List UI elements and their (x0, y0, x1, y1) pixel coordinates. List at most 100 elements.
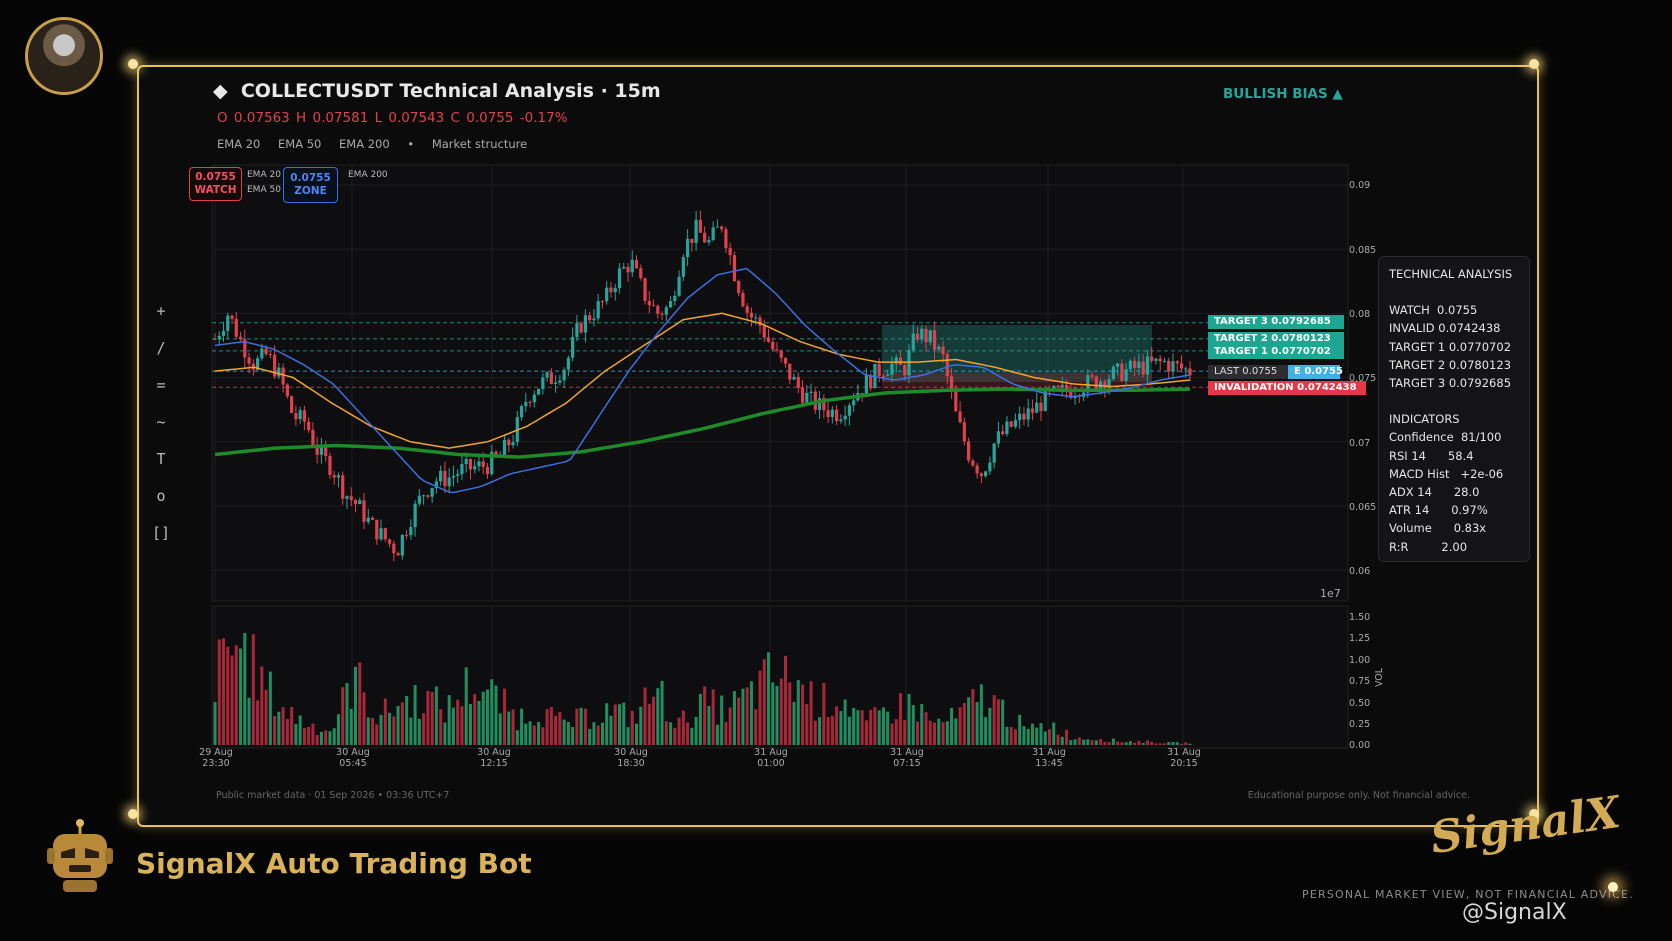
candle-body (1128, 360, 1132, 370)
candle-body (1005, 421, 1009, 435)
panel-indicators-heading: INDICATORS (1389, 412, 1460, 427)
volume-bar (788, 682, 792, 745)
candle-body (502, 439, 507, 455)
candle-body (375, 519, 379, 540)
last-price-tag: LAST 0.0755 (1208, 365, 1290, 379)
volume-bar (881, 707, 885, 745)
candle-body (839, 419, 843, 422)
candle-body (732, 255, 737, 282)
candle-body (800, 387, 805, 403)
panel-rsi: RSI 14 58.4 (1389, 448, 1474, 463)
volume-bar (686, 722, 690, 745)
candle-body (1162, 360, 1167, 362)
volume-bar (818, 717, 822, 745)
volume-bar (1158, 743, 1162, 745)
candle-body (554, 382, 558, 384)
candle-body (1001, 431, 1005, 435)
candle-body (464, 459, 468, 465)
volume-bar (503, 688, 507, 745)
volume-bar (1013, 729, 1017, 745)
candle-body (332, 475, 336, 478)
watch-badge-value: 0.0755 (195, 171, 236, 183)
candle-body (549, 372, 553, 384)
candle-body (268, 354, 272, 356)
candle-body (715, 226, 720, 228)
volume-bar (426, 690, 430, 745)
candle-body (609, 287, 613, 293)
panel-target3: TARGET 3 0.0792685 (1389, 376, 1512, 391)
volume-tick: 1.00 (1349, 655, 1371, 666)
candle-body (749, 312, 754, 318)
candle-body (370, 517, 375, 520)
volume-bar (366, 717, 370, 745)
volume-bar (1069, 740, 1073, 745)
panel-adx: ADX 14 28.0 (1389, 485, 1480, 500)
candle-body (962, 422, 966, 442)
volume-bar (698, 693, 702, 745)
candle-body (1120, 363, 1124, 381)
volume-bar (1120, 742, 1124, 745)
candle-body (226, 315, 230, 331)
volume-bar (784, 655, 788, 745)
volume-bar (669, 722, 673, 745)
candle-body (349, 496, 353, 501)
candle-body (1026, 408, 1030, 420)
volume-bar (277, 711, 281, 745)
x-tick: 31 Aug 07:15 (890, 747, 924, 769)
volume-bar (579, 707, 583, 745)
volume-bar (226, 646, 230, 745)
candle-body (579, 323, 583, 333)
candle-body (745, 306, 749, 313)
volume-bar (1005, 726, 1009, 745)
x-tick: 31 Aug 01:00 (754, 747, 788, 769)
volume-bar (600, 722, 604, 745)
volume-bar (507, 711, 511, 745)
watch-badge-label: WATCH (194, 184, 237, 196)
volume-bar (779, 678, 783, 745)
candle-body (988, 462, 992, 472)
candle-body (992, 443, 996, 463)
volume-bar (443, 722, 447, 745)
candle-body (1188, 368, 1192, 376)
candle-body (247, 357, 251, 364)
candle-body (307, 421, 311, 431)
volume-bar (349, 708, 353, 745)
candle-body (775, 349, 779, 351)
candle-body (1039, 402, 1043, 411)
volume-bar (268, 671, 272, 745)
candle-body (528, 401, 532, 403)
volume-bar (456, 699, 460, 745)
volume-bar (524, 723, 528, 745)
volume-tick: 0.50 (1349, 698, 1371, 709)
volume-bar (766, 652, 770, 745)
volume-bar (801, 684, 805, 745)
volume-bar (243, 632, 247, 745)
candle-body (519, 406, 524, 418)
volume-bar (877, 710, 881, 745)
volume-bar (907, 694, 911, 745)
candle-body (1184, 368, 1188, 370)
candle-body (877, 363, 881, 377)
volume-bar (639, 706, 643, 745)
volume-bar (281, 707, 285, 745)
volume-bar (290, 707, 294, 745)
target2-tag: TARGET 2 0.0780123 (1208, 332, 1344, 346)
volume-bar (558, 712, 562, 745)
volume-bar (1009, 726, 1013, 745)
volume-bar (1111, 738, 1115, 745)
volume-bar (1030, 723, 1034, 745)
volume-bar (311, 723, 315, 745)
candle-body (741, 293, 745, 307)
candle-body (613, 288, 617, 293)
target3-tag: TARGET 3 0.0792685 (1208, 315, 1344, 329)
candle-body (1090, 375, 1094, 377)
candle-body (881, 376, 886, 378)
volume-bar (758, 670, 762, 745)
price-tick: 0.065 (1349, 502, 1377, 513)
candle-body (409, 527, 413, 536)
volume-bar (873, 707, 877, 745)
candle-body (958, 411, 962, 423)
volume-tick: 1.50 (1349, 612, 1371, 623)
volume-bar (617, 704, 621, 745)
volume-bar (745, 687, 749, 745)
